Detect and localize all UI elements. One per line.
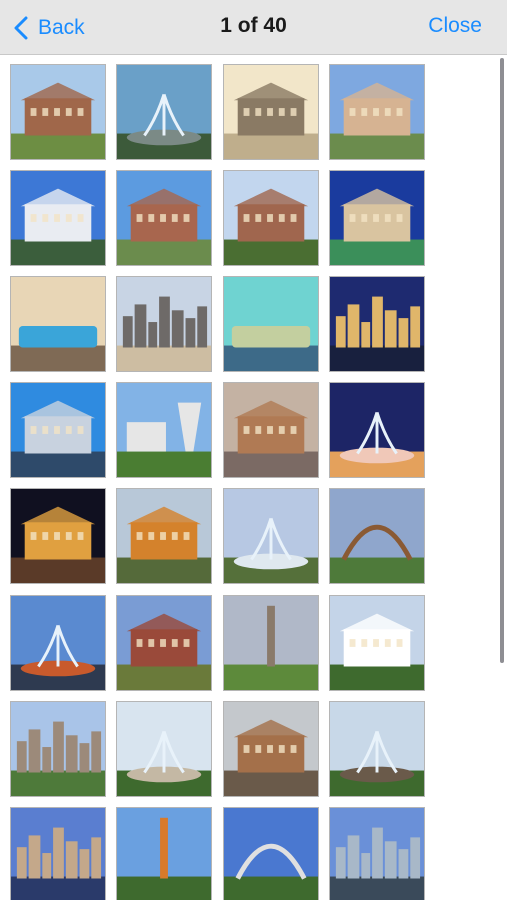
photo-thumbnail[interactable]: [329, 276, 425, 372]
photo-thumbnail[interactable]: [116, 807, 212, 900]
photo-image: [330, 808, 424, 900]
photo-image: [330, 489, 424, 583]
photo-thumbnail[interactable]: [329, 170, 425, 266]
photo-image: [330, 65, 424, 159]
photo-thumbnail[interactable]: [223, 595, 319, 691]
photo-image: [224, 596, 318, 690]
photo-thumbnail[interactable]: [223, 170, 319, 266]
photo-thumbnail[interactable]: [116, 276, 212, 372]
photo-image: [330, 277, 424, 371]
close-button[interactable]: Close: [428, 14, 482, 38]
photo-image: [11, 171, 105, 265]
photo-image: [224, 383, 318, 477]
photo-thumbnail[interactable]: [329, 701, 425, 797]
photo-thumbnail[interactable]: [116, 64, 212, 160]
photo-thumbnail[interactable]: [10, 64, 106, 160]
photo-image: [224, 702, 318, 796]
photo-thumbnail[interactable]: [116, 595, 212, 691]
back-button[interactable]: Back: [14, 13, 85, 43]
photo-thumbnail[interactable]: [10, 701, 106, 797]
photo-thumbnail[interactable]: [116, 382, 212, 478]
photo-thumbnail[interactable]: [223, 488, 319, 584]
photo-image: [117, 596, 211, 690]
photo-thumbnail[interactable]: [116, 170, 212, 266]
photo-image: [224, 489, 318, 583]
photo-thumbnail[interactable]: [223, 382, 319, 478]
photo-image: [117, 489, 211, 583]
navigation-bar: Back 1 of 40 Close: [0, 0, 507, 55]
photo-thumbnail[interactable]: [10, 595, 106, 691]
photo-image: [117, 277, 211, 371]
photo-image: [117, 65, 211, 159]
photo-image: [224, 65, 318, 159]
photo-thumbnail[interactable]: [329, 595, 425, 691]
photo-grid[interactable]: [0, 55, 507, 900]
photo-thumbnail[interactable]: [10, 488, 106, 584]
photo-image: [11, 277, 105, 371]
photo-image: [330, 596, 424, 690]
photo-thumbnail[interactable]: [223, 807, 319, 900]
photo-image: [117, 383, 211, 477]
scrollbar[interactable]: [500, 58, 504, 663]
photo-thumbnail[interactable]: [223, 701, 319, 797]
photo-thumbnail[interactable]: [10, 276, 106, 372]
photo-image: [330, 383, 424, 477]
photo-thumbnail[interactable]: [329, 488, 425, 584]
photo-thumbnail[interactable]: [329, 382, 425, 478]
photo-image: [11, 808, 105, 900]
photo-image: [117, 702, 211, 796]
photo-image: [224, 277, 318, 371]
photo-thumbnail[interactable]: [329, 807, 425, 900]
photo-image: [11, 702, 105, 796]
photo-thumbnail[interactable]: [116, 701, 212, 797]
photo-thumbnail[interactable]: [329, 64, 425, 160]
photo-image: [224, 171, 318, 265]
photo-image: [224, 808, 318, 900]
photo-thumbnail[interactable]: [10, 382, 106, 478]
back-button-label: Back: [38, 16, 85, 39]
photo-image: [117, 808, 211, 900]
photo-image: [330, 702, 424, 796]
photo-thumbnail[interactable]: [116, 488, 212, 584]
chevron-left-icon: [14, 16, 28, 40]
photo-thumbnail[interactable]: [223, 64, 319, 160]
photo-image: [11, 489, 105, 583]
photo-image: [330, 171, 424, 265]
photo-image: [11, 383, 105, 477]
photo-thumbnail[interactable]: [10, 807, 106, 900]
photo-image: [11, 65, 105, 159]
photo-image: [11, 596, 105, 690]
photo-thumbnail[interactable]: [10, 170, 106, 266]
photo-image: [117, 171, 211, 265]
photo-thumbnail[interactable]: [223, 276, 319, 372]
